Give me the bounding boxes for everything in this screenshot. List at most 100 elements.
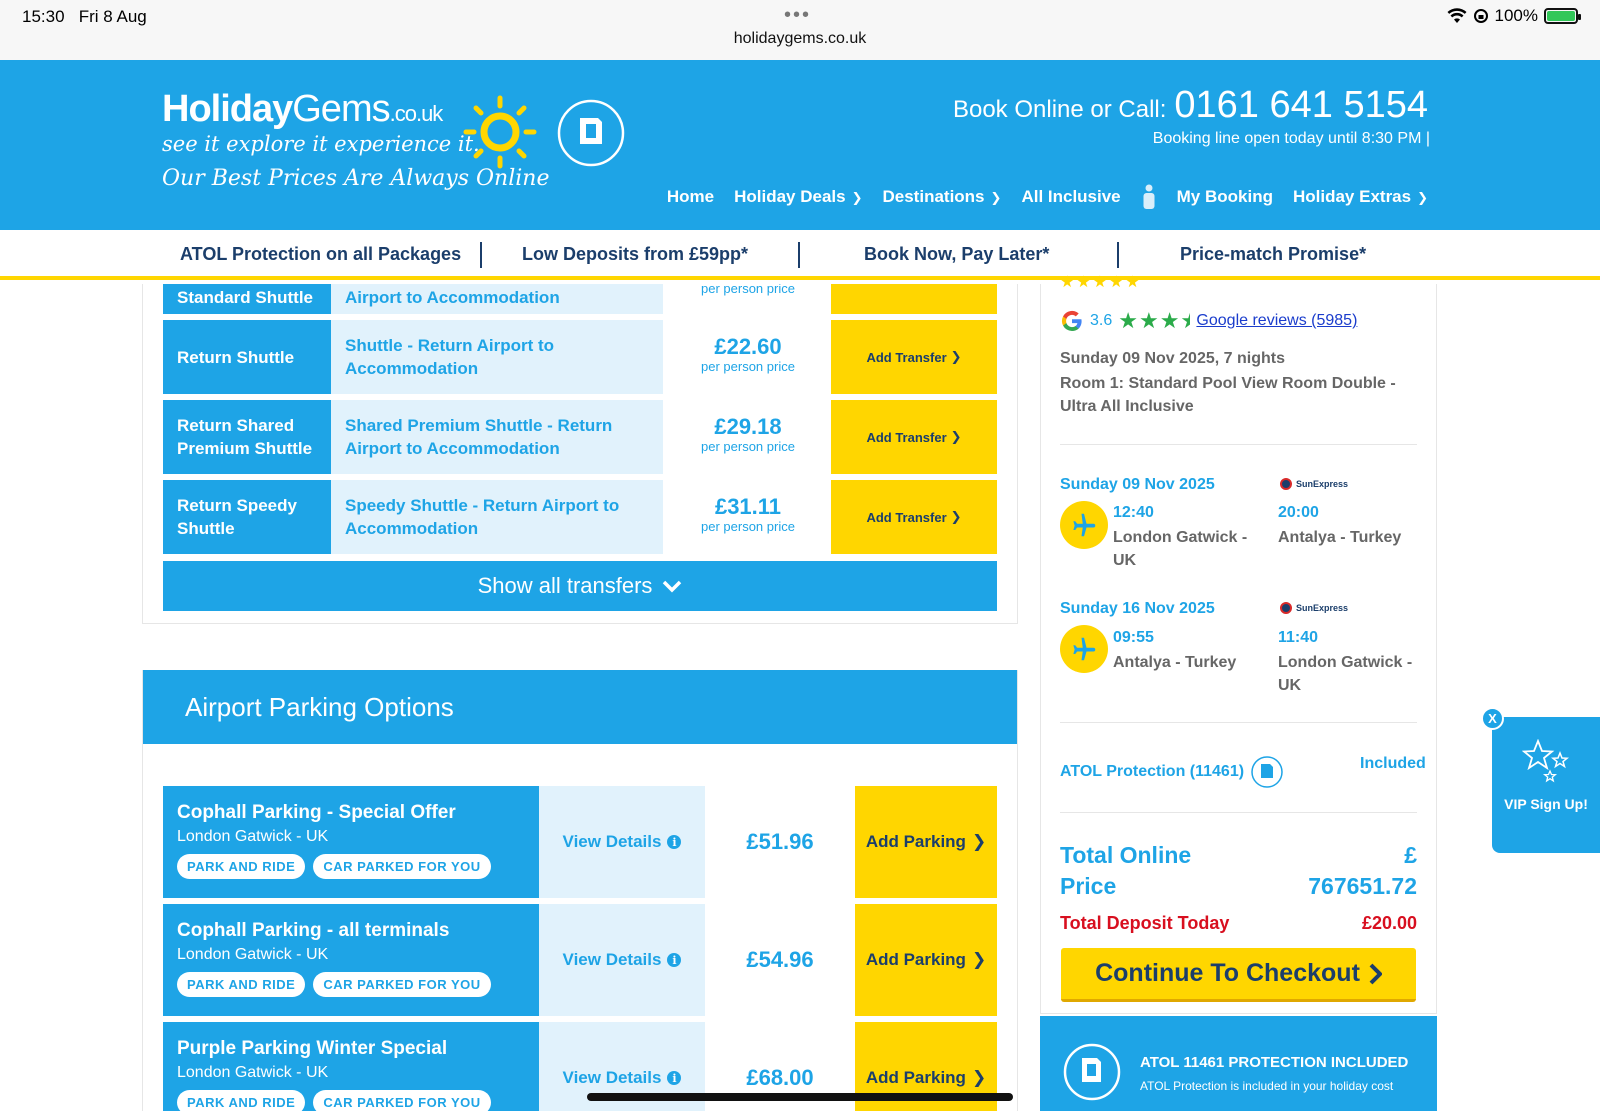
nav-all-inclusive[interactable]: All Inclusive [1021,187,1120,207]
promo-divider [1117,242,1119,268]
return-dep-time: 09:55 [1113,629,1154,646]
outbound-date: Sunday 09 Nov 2025 [1060,476,1215,493]
total-price-label: Total Online Price [1060,842,1192,899]
continue-to-checkout-button[interactable]: Continue To Checkout [1061,948,1416,1002]
parking-info: Cophall Parking - Special Offer London G… [163,786,539,898]
site-logo[interactable]: HolidayGems.co.uk [162,88,443,131]
outbound-dep-time: 12:40 [1113,504,1154,521]
parking-name: Cophall Parking - all terminals [177,920,450,941]
total-price-amount: £767651.72 [1308,842,1417,899]
add-transfer-button[interactable]: Add Transfer ❯ [831,400,997,474]
add-parking-button[interactable]: Add Parking ❯ [855,904,997,1016]
chevron-right-icon: ❯ [950,429,962,444]
sunexpress-icon [1280,478,1292,490]
atol-icon [1251,756,1283,788]
return-arr-time: 11:40 [1278,629,1319,646]
parking-name: Purple Parking Winter Special [177,1038,448,1059]
main-nav: Home Holiday Deals ❯ Destinations ❯ All In… [667,184,1428,210]
more-dots-icon[interactable]: ••• [784,4,811,27]
atol-protection-row: ATOL Protection (11461) [1060,755,1284,789]
transfer-desc: Airport to Accommodation [331,284,663,314]
deposit-amount: £20.00 [1361,913,1417,933]
logo-tagline: see it explore it experience it. [162,132,480,156]
transfer-name: Return Shared Premium Shuttle [163,400,331,474]
outbound-arr-time: 20:00 [1278,504,1319,521]
chevron-right-icon: ❯ [950,509,962,524]
vip-label: VIP Sign Up! [1504,796,1588,812]
parking-title: Airport Parking Options [143,670,1017,744]
tag-car-parked: CAR PARKED FOR YOU [313,854,491,879]
nav-holiday-extras[interactable]: Holiday Extras ❯ [1293,187,1428,207]
atol-box-text: ATOL Protection is included in your holi… [1140,1079,1394,1093]
view-details-button[interactable]: View Details i [539,786,705,898]
chevron-down-icon: ❯ [1417,190,1428,205]
nav-destinations[interactable]: Destinations ❯ [883,187,1002,207]
parking-location: London Gatwick - UK [177,946,329,963]
promo-divider [480,242,482,268]
trip-dates: Sunday 09 Nov 2025, 7 nights [1060,350,1285,367]
view-details-button[interactable]: View Details i [539,904,705,1016]
plane-icon [1060,625,1108,673]
hotel-star-rating: ★★★★★ [1060,274,1142,291]
status-indicators: 100% [1447,6,1581,26]
transfer-row: Return Speedy Shuttle Speedy Shuttle - R… [163,480,997,554]
carrier-logo: SunExpress [1280,478,1348,490]
book-online-call: Book Online or Call: 0161 641 5154 [952,84,1428,127]
google-score: 3.6 [1090,312,1113,329]
site-header: HolidayGems.co.uk see it explore it expe… [0,60,1600,230]
orientation-lock-icon [1473,9,1488,23]
transfer-row: Return Shuttle Shuttle - Return Airport … [163,320,997,394]
divider [1060,812,1417,813]
transfer-desc: Shared Premium Shuttle - Return Airport … [331,400,663,474]
chevron-down-icon: ❯ [851,190,863,205]
home-indicator[interactable] [587,1093,1013,1101]
transfer-price: £31.11 per person price [701,494,795,534]
atol-protection-box: ATOL 11461 PROTECTION INCLUDED ATOL Prot… [1040,1016,1437,1111]
parking-row: Cophall Parking - Special Offer London G… [163,786,997,898]
tag-car-parked: CAR PARKED FOR YOU [313,972,491,997]
battery-icon [1544,8,1581,24]
tag-car-parked: CAR PARKED FOR YOU [313,1090,491,1111]
transfer-name: Return Shuttle [163,320,331,394]
transfer-price: per person price [701,284,795,296]
nav-home[interactable]: Home [667,187,714,207]
parking-location: London Gatwick - UK [177,1064,329,1081]
wifi-icon [1447,8,1467,23]
tag-park-and-ride: PARK AND RIDE [177,972,306,997]
return-date: Sunday 16 Nov 2025 [1060,600,1215,617]
add-transfer-button[interactable]: Add Transfer ❯ [831,480,997,554]
parking-price: £54.96 [746,947,814,972]
vip-signup-widget[interactable]: VIP Sign Up! [1492,717,1600,853]
chevron-right-icon: ❯ [950,349,962,364]
promo-atol: ATOL Protection on all Packages [180,244,462,264]
phone-number[interactable]: 0161 641 5154 [1174,84,1428,127]
transfer-row: Standard Shuttle Airport to Accommodatio… [163,284,997,314]
parking-info: Purple Parking Winter Special London Gat… [163,1022,539,1111]
person-icon [1143,184,1155,209]
outbound-dep-place: London Gatwick - UK [1113,529,1248,569]
url-bar[interactable]: holidaygems.co.uk [0,30,1600,48]
divider [1060,722,1417,723]
status-time: 15:30 Fri 8 Aug [22,7,147,26]
transfer-name: Standard Shuttle [163,284,331,314]
add-transfer-button[interactable]: Add Transfer ❯ [831,320,997,394]
nav-my-booking[interactable]: My Booking [1177,187,1273,207]
add-parking-button[interactable]: Add Parking ❯ [855,786,997,898]
divider [1060,444,1417,445]
atol-protected-badge-icon [1063,1043,1121,1101]
deposit-label: Total Deposit Today [1060,913,1230,933]
nav-holiday-deals[interactable]: Holiday Deals ❯ [734,187,862,207]
info-icon: i [667,953,682,967]
booking-line-hours: Booking line open today until 8:30 PM | [1152,130,1430,147]
google-reviews-link[interactable]: Google reviews (5985) [1196,312,1357,330]
google-rating: 3.6 ★★★★ Google reviews (5985) [1060,308,1357,334]
transfer-desc: Shuttle - Return Airport to Accommodatio… [331,320,663,394]
return-dep-place: Antalya - Turkey [1113,654,1237,671]
add-transfer-button[interactable] [831,284,997,314]
parking-name: Cophall Parking - Special Offer [177,802,456,823]
parking-location: London Gatwick - UK [177,828,329,845]
info-icon: i [667,835,682,849]
show-all-transfers-button[interactable]: Show all transfers [163,561,997,611]
atol-protected-badge-icon [557,99,625,167]
close-icon[interactable]: X [1481,707,1504,730]
